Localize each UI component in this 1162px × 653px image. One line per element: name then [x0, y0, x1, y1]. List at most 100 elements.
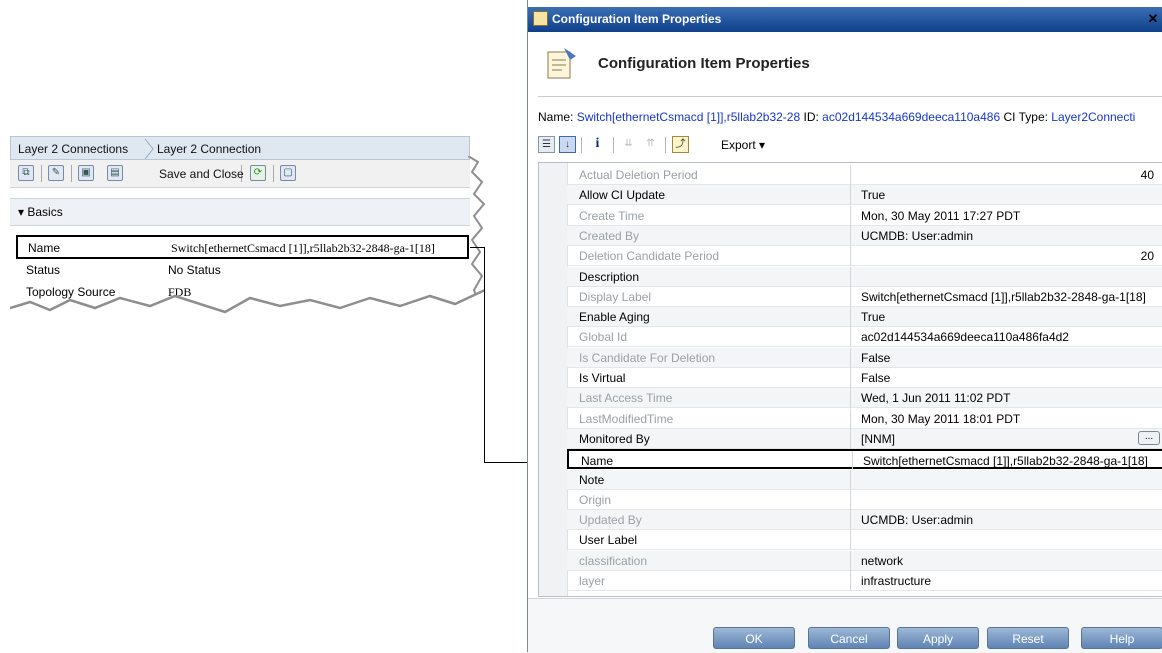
- property-row[interactable]: classification network: [567, 550, 1162, 571]
- property-value: Switch[ethernetCsmacd [1]],r5llab2b32-28…: [861, 289, 1146, 304]
- left-row-status[interactable]: Status No Status: [18, 260, 468, 280]
- left-row-name[interactable]: Name Switch[ethernetCsmacd [1]],r5llab2b…: [16, 235, 469, 259]
- dialog-titlebar[interactable]: Configuration Item Properties ✕: [528, 7, 1162, 32]
- refresh-icon[interactable]: ⟳: [250, 165, 266, 181]
- property-row[interactable]: LastModifiedTime Mon, 30 May 2011 18:01 P…: [567, 408, 1162, 429]
- column-divider: [850, 469, 851, 490]
- property-row[interactable]: Global Id ac02d144534a669deeca110a486fa4d…: [567, 327, 1162, 348]
- tab-layer2-connections[interactable]: Layer 2 Connections: [18, 142, 128, 156]
- column-divider: [850, 205, 851, 226]
- property-row[interactable]: Created By UCMDB: User:admin: [567, 225, 1162, 246]
- property-name: classification: [579, 553, 648, 568]
- name-link[interactable]: Switch[ethernetCsmacd [1]],r5llab2b32-28: [577, 110, 800, 124]
- column-divider: [850, 347, 851, 368]
- open-icon[interactable]: ⧉: [18, 165, 34, 181]
- toolbar-divider: [613, 137, 614, 153]
- move-down-icon[interactable]: ⇊: [620, 136, 637, 153]
- property-row[interactable]: Enable Aging True: [567, 307, 1162, 328]
- column-divider: [850, 266, 851, 287]
- property-row[interactable]: User Label: [567, 530, 1162, 551]
- property-name: Updated By: [579, 513, 642, 528]
- property-row[interactable]: Last Access Time Wed, 1 Jun 2011 11:02 PD…: [567, 388, 1162, 409]
- property-value: 40: [1140, 168, 1154, 182]
- help-button[interactable]: Help: [1081, 627, 1162, 649]
- property-row[interactable]: Allow CI Update True: [567, 185, 1162, 206]
- save-and-close-button[interactable]: Save and Close: [159, 167, 244, 181]
- property-name: Display Label: [579, 289, 652, 304]
- basics-label-text: Basics: [27, 205, 63, 219]
- property-row[interactable]: Is Candidate For Deletion False: [567, 347, 1162, 368]
- property-row[interactable]: Create Time Mon, 30 May 2011 17:27 PDT: [567, 205, 1162, 226]
- torn-edge-right: [468, 156, 492, 306]
- dialog-button-bar: OK Cancel Apply Reset Help: [528, 598, 1162, 653]
- edit-icon[interactable]: ✎: [48, 165, 64, 181]
- toolbar-divider: [665, 137, 666, 153]
- property-value: Wed, 1 Jun 2011 11:02 PDT: [861, 391, 1011, 406]
- property-row[interactable]: Name Switch[ethernetCsmacd [1]],r5llab2b3…: [567, 449, 1162, 472]
- column-divider: [850, 165, 851, 185]
- id-key: ID:: [803, 110, 819, 124]
- column-divider: [852, 451, 853, 472]
- dialog-title: Configuration Item Properties: [552, 12, 722, 26]
- tab-layer2-connection[interactable]: Layer 2 Connection: [157, 142, 261, 156]
- property-row[interactable]: Actual Deletion Period 40: [567, 165, 1162, 185]
- info-icon[interactable]: i: [589, 136, 606, 153]
- categorized-view-icon[interactable]: ☰: [538, 136, 555, 153]
- toolbar-divider: [41, 165, 42, 182]
- property-name: LastModifiedTime: [579, 411, 674, 426]
- column-divider: [850, 550, 851, 571]
- ellipsis-button[interactable]: ...: [1138, 430, 1160, 445]
- column-divider: [850, 489, 851, 510]
- column-divider: [850, 428, 851, 449]
- cancel-button[interactable]: Cancel: [808, 627, 890, 649]
- ok-button[interactable]: OK: [713, 627, 795, 649]
- grid-gutter: [539, 163, 568, 596]
- reset-button[interactable]: Reset: [987, 627, 1069, 649]
- property-value[interactable]: [NNM]: [861, 432, 895, 446]
- ci-type-link[interactable]: Layer2Connecti: [1051, 110, 1135, 124]
- property-name: User Label: [579, 533, 638, 548]
- move-up-icon[interactable]: ⇈: [642, 136, 659, 153]
- save-and-close-icon[interactable]: ▤: [107, 165, 123, 181]
- apply-button[interactable]: Apply: [897, 627, 979, 649]
- row-label: Status: [26, 263, 61, 277]
- property-name: Description: [579, 269, 640, 284]
- properties-toolbar: ☰ ↓ i ⇊ ⇈ ⤴: [538, 133, 1162, 157]
- property-row[interactable]: Note: [567, 469, 1162, 490]
- property-name: Enable Aging: [579, 310, 650, 325]
- property-value: 20: [1140, 249, 1154, 264]
- property-row[interactable]: Updated By UCMDB: User:admin: [567, 510, 1162, 531]
- close-icon[interactable]: ✕: [1145, 11, 1161, 27]
- export-label: Export: [721, 138, 756, 152]
- property-row[interactable]: Origin: [567, 489, 1162, 510]
- property-value[interactable]: True: [861, 310, 885, 324]
- java-app-icon: [533, 11, 548, 26]
- property-name: Create Time: [579, 208, 645, 223]
- property-name: Created By: [579, 228, 640, 243]
- property-row[interactable]: Deletion Candidate Period 20: [567, 246, 1162, 267]
- property-value[interactable]: Switch[ethernetCsmacd [1]],r5llab2b32-28…: [863, 454, 1148, 468]
- property-value: network: [861, 553, 904, 568]
- basics-section-header[interactable]: ▾ Basics: [10, 198, 470, 226]
- sort-alphabetical-icon[interactable]: ↓: [559, 136, 576, 153]
- window-icon[interactable]: ▢: [280, 165, 296, 181]
- export-icon[interactable]: ⤴: [672, 136, 689, 153]
- column-divider: [850, 388, 851, 409]
- property-row[interactable]: Monitored By [NNM]...: [567, 428, 1162, 449]
- property-name: Origin: [579, 492, 612, 507]
- property-value[interactable]: False: [861, 371, 890, 385]
- save-icon[interactable]: ▣: [78, 165, 94, 181]
- property-value[interactable]: True: [861, 188, 885, 202]
- properties-grid: Actual Deletion Period 40 Allow CI Update T…: [538, 162, 1162, 597]
- property-name: Deletion Candidate Period: [579, 249, 720, 264]
- property-row[interactable]: Display Label Switch[ethernetCsmacd [1]],…: [567, 286, 1162, 307]
- property-row[interactable]: Description: [567, 266, 1162, 287]
- id-link[interactable]: ac02d144534a669deeca110a486: [822, 110, 1000, 124]
- property-row[interactable]: layer infrastructure: [567, 571, 1162, 591]
- connector-line: [484, 247, 485, 462]
- property-name: Allow CI Update: [579, 188, 666, 203]
- export-menu-button[interactable]: Export ▾: [721, 138, 765, 152]
- property-value: Mon, 30 May 2011 17:27 PDT: [861, 208, 1021, 223]
- property-row[interactable]: Is Virtual False: [567, 368, 1162, 388]
- left-panel-snippet: Layer 2 Connections Layer 2 Connection ⧉…: [10, 136, 492, 321]
